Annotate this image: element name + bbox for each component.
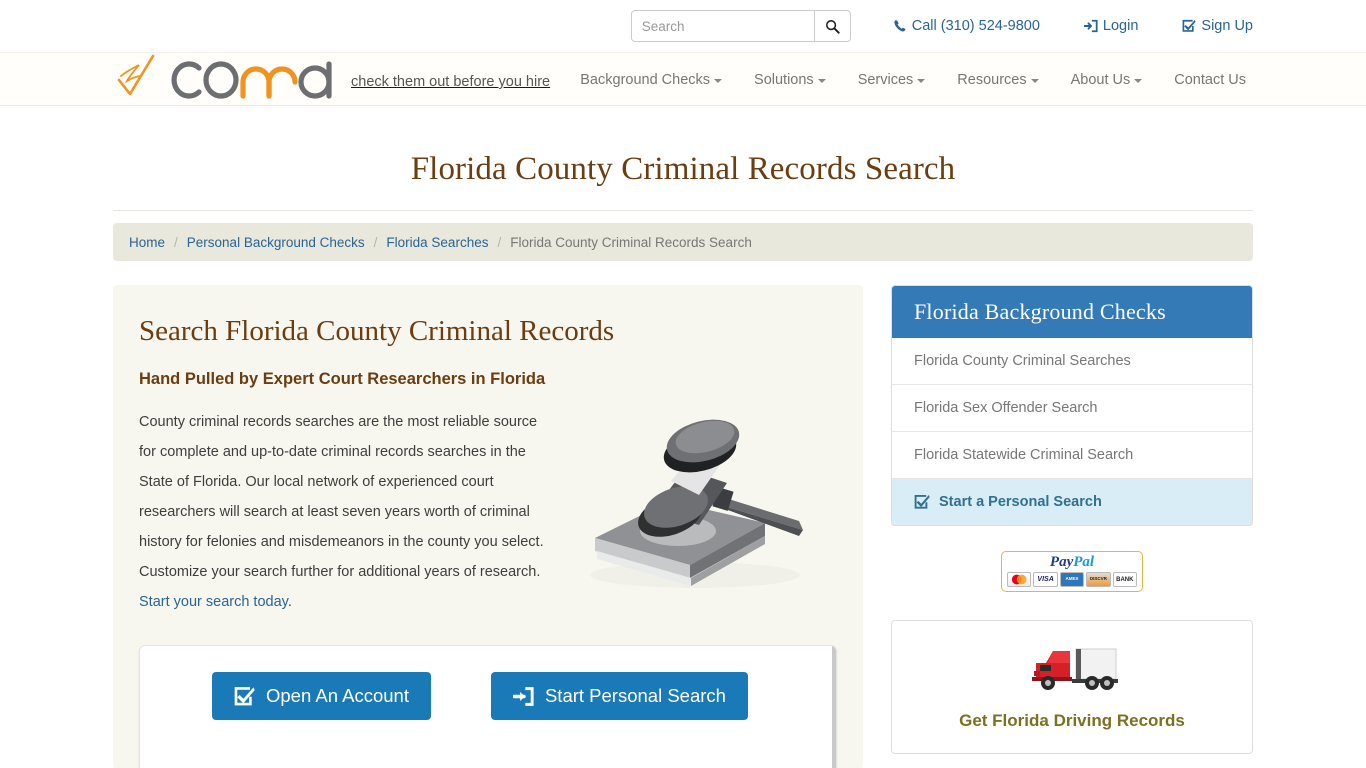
- search-button[interactable]: [814, 10, 851, 42]
- call-label: Call (310) 524-9800: [911, 18, 1040, 34]
- chevron-down-icon: [917, 79, 926, 83]
- nav-item-about-us[interactable]: About Us: [1055, 72, 1159, 88]
- call-link[interactable]: Call (310) 524-9800: [893, 18, 1040, 34]
- truck-icon: [892, 641, 1252, 697]
- sign-in-icon: [512, 686, 534, 707]
- gavel-illustration: [575, 403, 825, 598]
- search-group: [630, 10, 851, 42]
- breadcrumb-separator: /: [373, 234, 378, 250]
- paypal-wordmark: PayPal: [1007, 555, 1137, 570]
- panel-title: Florida Background Checks: [892, 286, 1252, 338]
- nav-item-resources[interactable]: Resources: [941, 72, 1054, 88]
- breadcrumb-item-current: Florida County Criminal Records Search: [510, 234, 752, 250]
- check-square-icon: [1182, 19, 1196, 33]
- nav-label: Resources: [957, 72, 1027, 88]
- nav-item-contact-us[interactable]: Contact Us: [1158, 72, 1246, 88]
- paypal-badge-wrap: PayPal VISA AMEX DISCVR BANK: [891, 551, 1253, 592]
- main-content-panel: Search Florida County Criminal Records H…: [113, 285, 863, 768]
- amex-icon: AMEX: [1059, 572, 1085, 587]
- paypal-badge[interactable]: PayPal VISA AMEX DISCVR BANK: [1001, 551, 1143, 592]
- signup-link[interactable]: Sign Up: [1182, 18, 1253, 34]
- login-link[interactable]: Login: [1083, 18, 1139, 34]
- nav-label: Solutions: [754, 72, 814, 88]
- check-square-icon: [234, 686, 255, 707]
- main-heading: Search Florida County Criminal Records: [139, 315, 615, 347]
- breadcrumb-separator: /: [497, 234, 502, 250]
- chevron-down-icon: [1030, 79, 1039, 83]
- action-card: Open An Account Start Personal Search: [139, 645, 837, 768]
- logo-tagline: check them out before you hire: [351, 74, 551, 90]
- chevron-down-icon: [1134, 79, 1143, 83]
- breadcrumb-item-home[interactable]: Home: [129, 235, 165, 250]
- breadcrumb: Home / Personal Background Checks / Flor…: [113, 223, 1253, 261]
- nav-item-services[interactable]: Services: [842, 72, 942, 88]
- sidebar-item-start-personal-search[interactable]: Start a Personal Search: [892, 478, 1252, 525]
- site-logo[interactable]: check them out before you hire: [113, 50, 550, 102]
- site-header: check them out before you hire Backgroun…: [0, 52, 1366, 106]
- search-icon: [825, 19, 840, 34]
- sidebar-item-label: Start a Personal Search: [939, 494, 1102, 510]
- nav-item-background-checks[interactable]: Background Checks: [564, 72, 738, 88]
- title-divider: [113, 210, 1253, 211]
- phone-icon: [893, 19, 907, 33]
- florida-background-checks-panel: Florida Background Checks Florida County…: [891, 285, 1253, 526]
- page-title-section: Florida County Criminal Records Search: [113, 106, 1253, 211]
- paypal-word-pay: Pay: [1049, 554, 1074, 570]
- sign-in-icon: [1083, 19, 1098, 33]
- nav-label: Services: [857, 72, 914, 88]
- driving-records-title: Get Florida Driving Records: [959, 711, 1185, 730]
- sidebar-item-sex-offender-search[interactable]: Florida Sex Offender Search: [892, 384, 1252, 431]
- sidebar-item-county-criminal-searches[interactable]: Florida County Criminal Searches: [892, 338, 1252, 384]
- main-subheading: Hand Pulled by Expert Court Researchers …: [139, 370, 546, 388]
- open-an-account-button[interactable]: Open An Account: [212, 672, 431, 720]
- search-input[interactable]: [630, 10, 815, 42]
- button-label: Start Personal Search: [544, 685, 726, 706]
- check-square-icon: [914, 494, 930, 510]
- page-title: Florida County Criminal Records Search: [410, 151, 956, 187]
- nav-label: Contact Us: [1174, 72, 1246, 88]
- driving-records-box[interactable]: Get Florida Driving Records: [891, 620, 1253, 754]
- top-utility-bar: Call (310) 524-9800 Login Sign Up: [0, 0, 1366, 52]
- paypal-word-pal: Pal: [1073, 554, 1095, 570]
- bank-icon: BANK: [1112, 572, 1138, 587]
- sidebar: Florida Background Checks Florida County…: [891, 285, 1253, 754]
- start-personal-search-button[interactable]: Start Personal Search: [490, 672, 748, 720]
- paragraph-period: .: [287, 594, 292, 610]
- nav-item-solutions[interactable]: Solutions: [738, 72, 842, 88]
- chevron-down-icon: [817, 79, 826, 83]
- card-scrollbar[interactable]: [832, 646, 836, 768]
- breadcrumb-separator: /: [174, 234, 178, 250]
- content-area: Search Florida County Criminal Records H…: [113, 285, 1253, 768]
- nav-label: About Us: [1070, 72, 1131, 88]
- nav-label: Background Checks: [580, 72, 711, 88]
- breadcrumb-item-florida-searches[interactable]: Florida Searches: [386, 235, 488, 250]
- paragraph-text: County criminal records searches are the…: [139, 414, 544, 580]
- main-navigation: Background Checks Solutions Services Res…: [564, 53, 1246, 107]
- sidebar-item-statewide-criminal-search[interactable]: Florida Statewide Criminal Search: [892, 431, 1252, 478]
- button-label: Open An Account: [266, 685, 409, 706]
- mastercard-icon: [1006, 572, 1032, 587]
- discover-icon: DISCVR: [1086, 572, 1111, 587]
- start-search-link[interactable]: Start your search today: [139, 594, 288, 610]
- login-label: Login: [1102, 18, 1139, 34]
- checkmark-logo-icon: [113, 50, 345, 102]
- chevron-down-icon: [714, 79, 723, 83]
- visa-icon: VISA: [1033, 572, 1058, 587]
- paypal-card-logos: VISA AMEX DISCVR BANK: [1006, 572, 1138, 587]
- breadcrumb-item-personal-background-checks[interactable]: Personal Background Checks: [187, 235, 365, 250]
- signup-label: Sign Up: [1201, 18, 1253, 34]
- main-paragraph: County criminal records searches are the…: [139, 407, 557, 617]
